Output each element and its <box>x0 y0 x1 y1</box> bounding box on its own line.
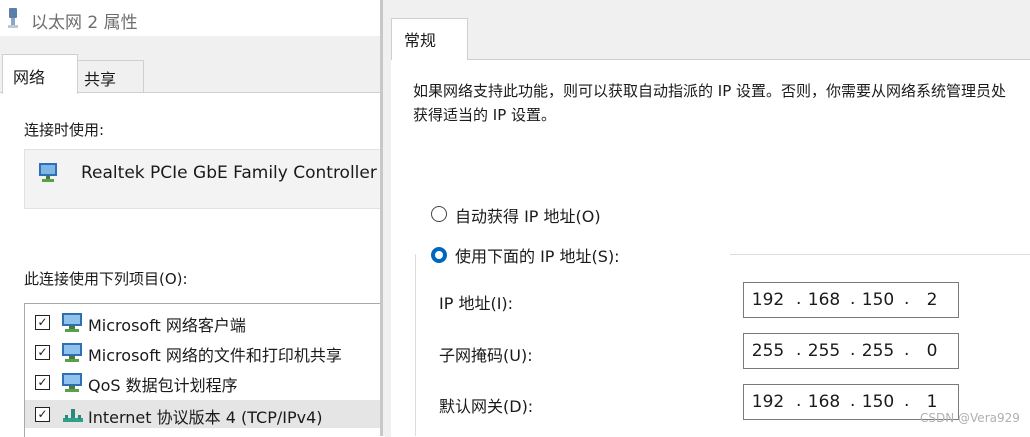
list-item[interactable]: ✓ Microsoft 网络的文件和打印机共享 <box>25 338 385 366</box>
item-checkbox[interactable]: ✓ <box>35 315 50 330</box>
ip-address-input[interactable]: 192 . 168 . 150 . 2 <box>743 282 959 318</box>
octet-separator: . <box>850 340 856 360</box>
network-adapter-icon <box>8 8 18 28</box>
mask-octet: 255 <box>807 341 841 361</box>
ip-octet: 168 <box>807 290 841 310</box>
connection-items-list[interactable]: ✓ Microsoft 网络客户端 ✓ Microsoft 网络的文件和打印机共… <box>24 303 385 437</box>
item-label: Internet 协议版本 4 (TCP/IPv4) <box>88 408 323 427</box>
list-item-selected[interactable]: ✓ Internet 协议版本 4 (TCP/IPv4) <box>25 400 385 428</box>
network-client-icon <box>62 313 82 332</box>
octet-separator: . <box>904 391 910 411</box>
watermark: CSDN @Vera929 <box>920 411 1020 425</box>
network-adapter-icon <box>39 163 57 182</box>
item-checkbox[interactable]: ✓ <box>35 407 50 422</box>
file-printer-sharing-icon <box>62 343 82 362</box>
octet-separator: . <box>850 289 856 309</box>
item-label: Microsoft 网络的文件和打印机共享 <box>88 346 342 365</box>
octet-separator: . <box>904 340 910 360</box>
list-item[interactable]: ✓ Microsoft 网络客户端 <box>25 308 385 336</box>
connect-using-label: 连接时使用: <box>24 121 105 139</box>
group-box-border <box>730 254 1030 255</box>
subnet-mask-label: 子网掩码(U): <box>439 346 533 365</box>
items-list-label: 此连接使用下列项目(O): <box>24 270 188 288</box>
default-gateway-label: 默认网关(D): <box>439 397 534 416</box>
octet-separator: . <box>796 340 802 360</box>
protocol-icon <box>63 409 83 422</box>
ip-address-label: IP 地址(I): <box>439 294 514 313</box>
window-title: 以太网 2 属性 <box>31 13 138 33</box>
radio-selected-dot <box>436 252 442 258</box>
list-item[interactable]: ✓ QoS 数据包计划程序 <box>25 368 385 396</box>
description-text: 如果网络支持此功能，则可以获取自动指派的 IP 设置。否则，你需要从网络系统管理… <box>413 82 1007 124</box>
subnet-mask-input[interactable]: 255 . 255 . 255 . 0 <box>743 333 959 369</box>
gateway-octet: 168 <box>807 392 841 412</box>
octet-separator: . <box>904 289 910 309</box>
item-checkbox[interactable]: ✓ <box>35 345 50 360</box>
ip-octet: 192 <box>751 290 785 310</box>
ipv4-properties-window: 常规 如果网络支持此功能，则可以获取自动指派的 IP 设置。否则，你需要从网络系… <box>383 0 1030 437</box>
manual-ip-label[interactable]: 使用下面的 IP 地址(S): <box>455 243 620 267</box>
ip-octet: 2 <box>926 290 938 310</box>
item-checkbox[interactable]: ✓ <box>35 375 50 390</box>
auto-ip-radio[interactable] <box>431 206 447 222</box>
gateway-octet: 1 <box>926 392 938 412</box>
item-label: Microsoft 网络客户端 <box>88 316 246 335</box>
mask-octet: 255 <box>751 341 785 361</box>
qos-icon <box>62 373 82 392</box>
octet-separator: . <box>796 289 802 309</box>
tab-network[interactable]: 网络 <box>2 54 78 94</box>
tab-sharing[interactable]: 共享 <box>76 60 144 93</box>
adapter-name: Realtek PCIe GbE Family Controller <box>81 163 377 183</box>
mask-octet: 255 <box>861 341 895 361</box>
tab-general[interactable]: 常规 <box>391 18 468 60</box>
ip-octet: 150 <box>861 290 895 310</box>
ethernet-properties-window: 以太网 2 属性 网络 共享 连接时使用: Realtek PCIe GbE F… <box>0 0 386 437</box>
gateway-octet: 192 <box>751 392 785 412</box>
mask-octet: 0 <box>926 341 938 361</box>
octet-separator: . <box>850 391 856 411</box>
gateway-octet: 150 <box>861 392 895 412</box>
octet-separator: . <box>796 391 802 411</box>
group-box-border <box>415 254 416 436</box>
item-label: QoS 数据包计划程序 <box>88 376 238 395</box>
title-bar: 以太网 2 属性 <box>0 0 382 36</box>
auto-ip-label[interactable]: 自动获得 IP 地址(O) <box>455 203 601 227</box>
